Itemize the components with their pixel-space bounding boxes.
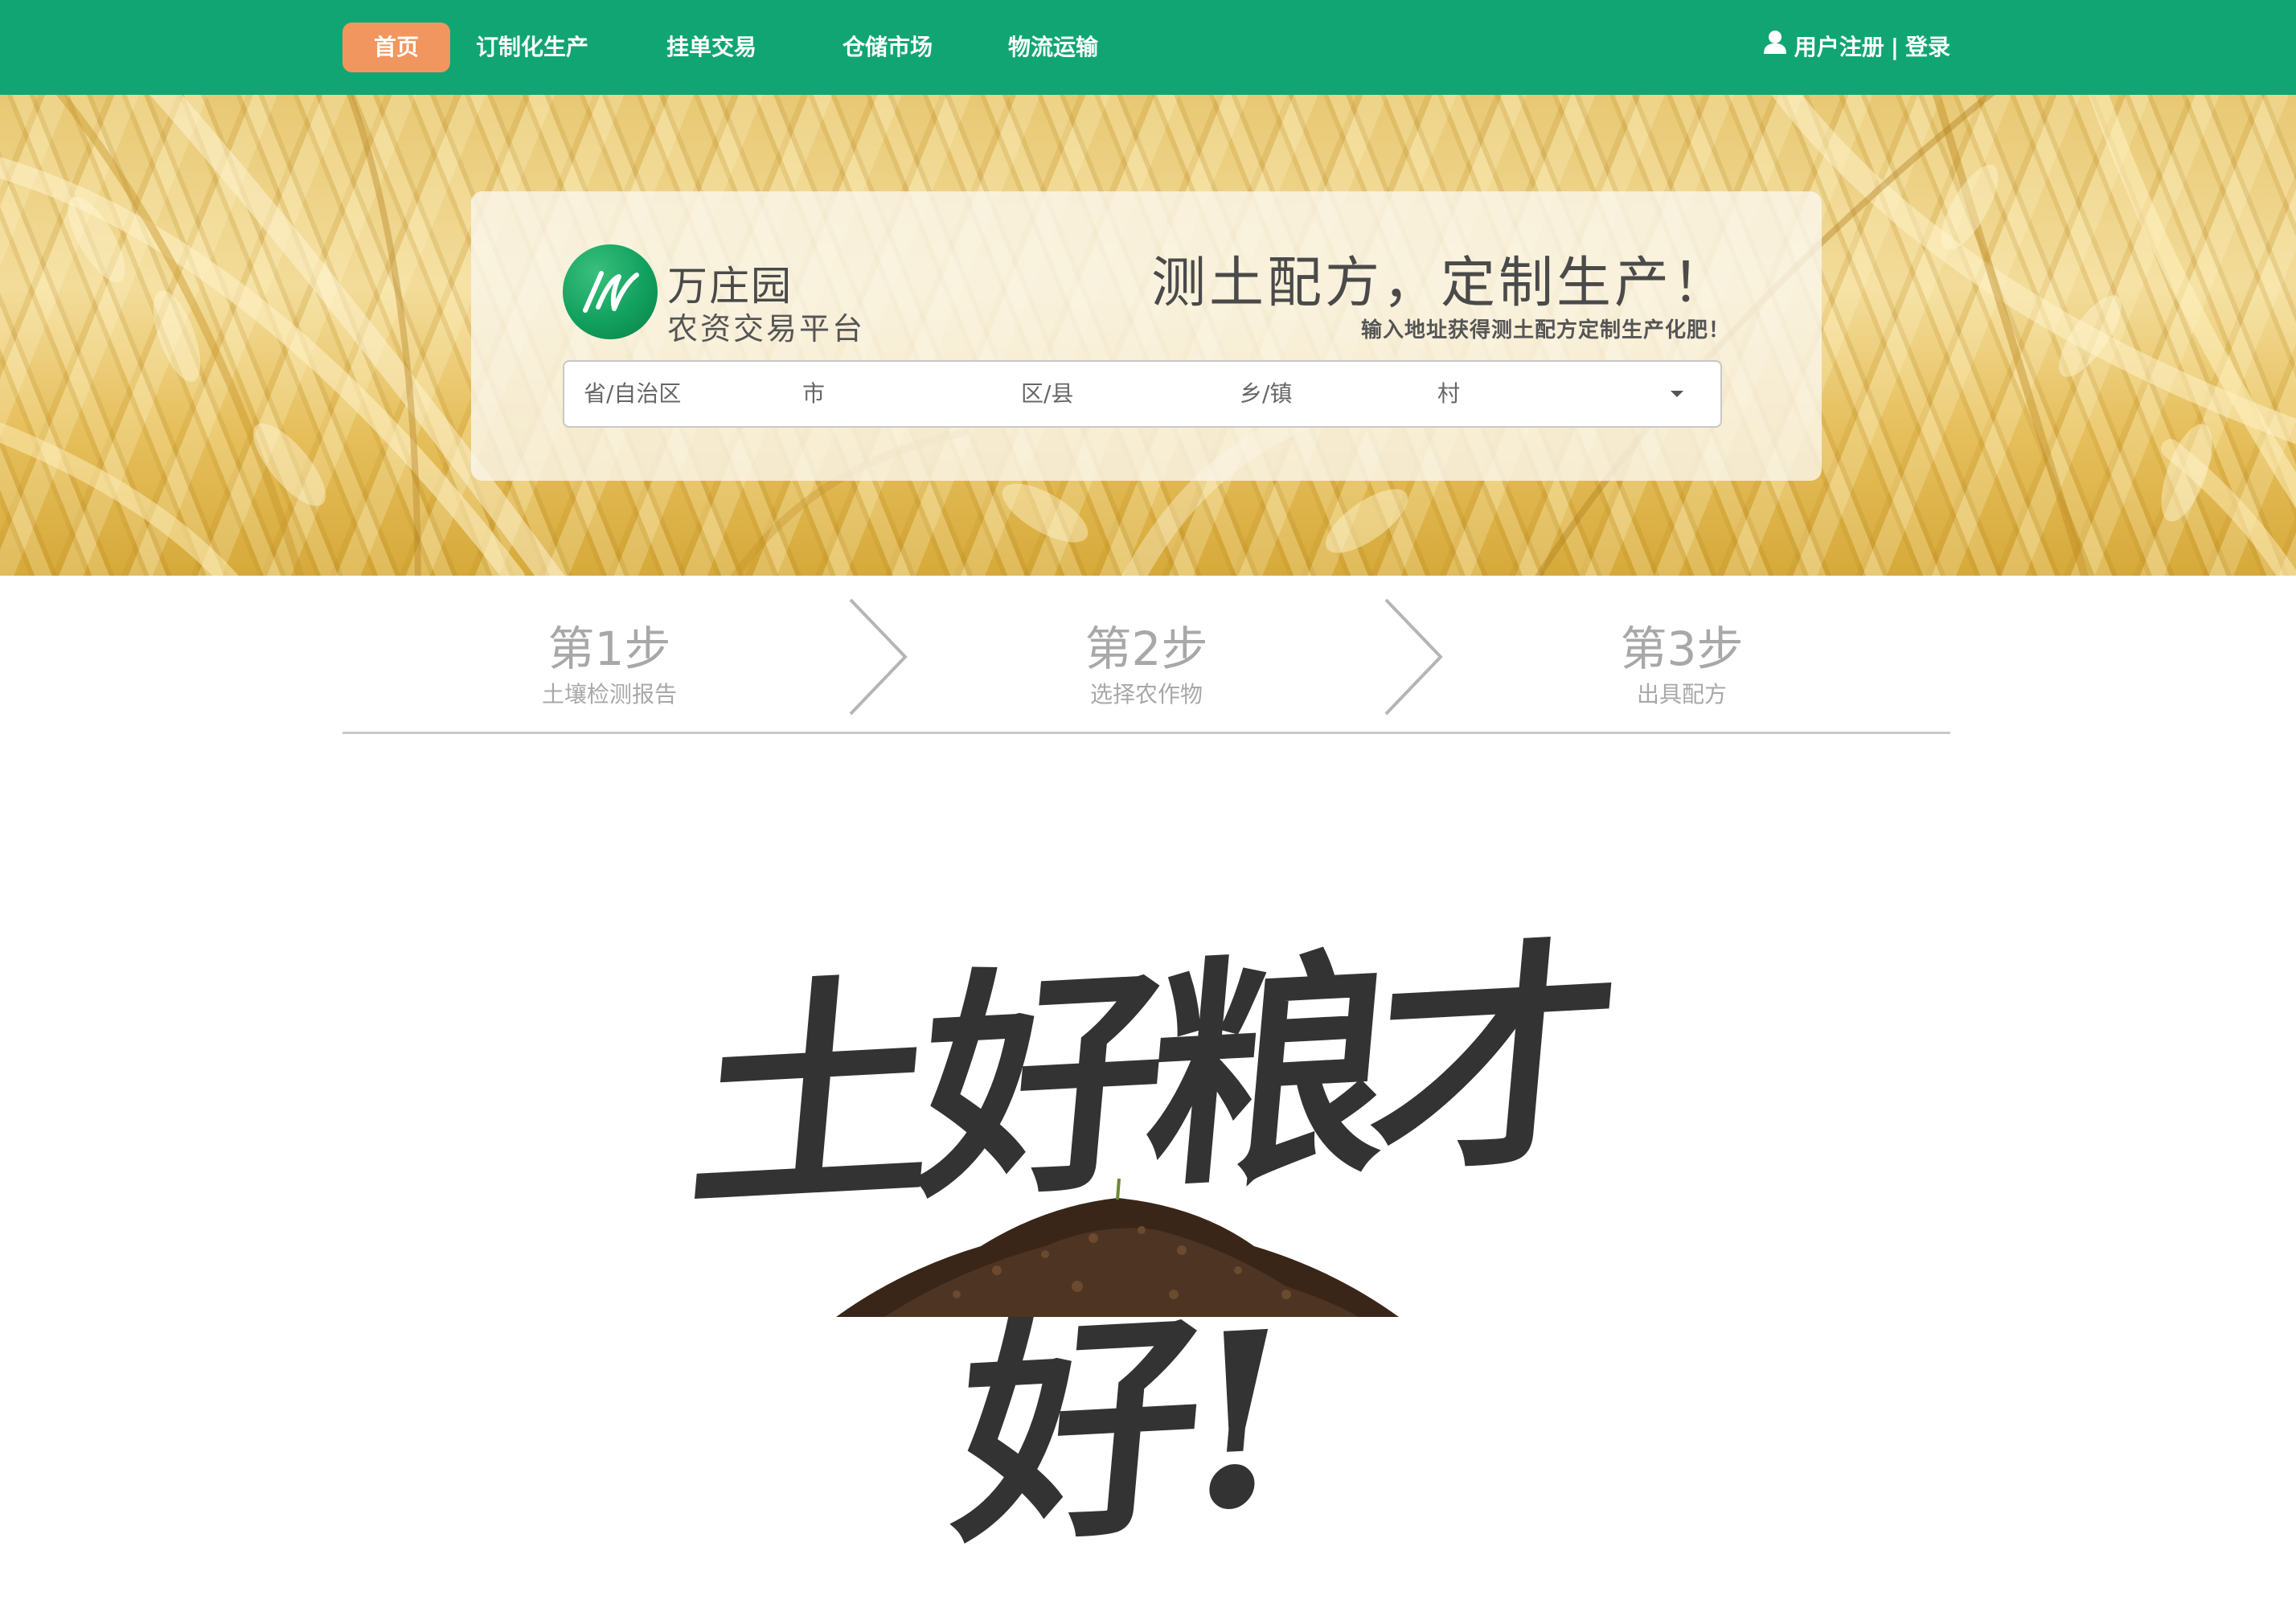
step-1-desc: 土壤检测报告 xyxy=(541,681,677,708)
village-select[interactable]: 村 xyxy=(1437,362,1460,426)
address-selector[interactable]: 省/自治区 市 区/县 乡/镇 村 xyxy=(563,360,1722,428)
top-navbar: 首页 订制化生产 挂单交易 仓储市场 物流运输 用户注册 | 登录 xyxy=(0,0,2296,95)
register-link[interactable]: 用户注册 xyxy=(1794,23,1884,72)
step-3-title: 第3步 xyxy=(1620,621,1744,676)
nav-home[interactable]: 首页 xyxy=(342,23,450,72)
nav-warehouse-market[interactable]: 仓储市场 xyxy=(823,23,952,72)
city-select[interactable]: 市 xyxy=(802,362,825,426)
step-2-desc: 选择农作物 xyxy=(1089,681,1203,708)
hero-banner: 万庄园 农资交易平台 测土配方，定制生产！ 输入地址获得测土配方定制生产化肥！ … xyxy=(0,95,2296,576)
search-panel: 万庄园 农资交易平台 测土配方，定制生产！ 输入地址获得测土配方定制生产化肥！ … xyxy=(471,191,1822,481)
hero-slogan-sub: 输入地址获得测土配方定制生产化肥！ xyxy=(1360,318,1730,342)
step-1-title: 第1步 xyxy=(547,621,671,676)
steps-divider xyxy=(342,732,1950,734)
user-icon xyxy=(1762,23,1788,72)
login-link[interactable]: 登录 xyxy=(1905,23,1950,72)
hero-slogan: 测土配方，定制生产！ xyxy=(1150,252,1730,315)
nav-order-trading[interactable]: 挂单交易 xyxy=(651,23,772,72)
logo-icon xyxy=(563,244,658,339)
nav-logistics[interactable]: 物流运输 xyxy=(989,23,1117,72)
soil-pile-image xyxy=(836,1178,1399,1317)
step-2-title: 第2步 xyxy=(1084,621,1208,676)
dropdown-caret-icon[interactable] xyxy=(1671,391,1683,397)
nav-separator: | xyxy=(1890,34,1899,60)
step-3-desc: 出具配方 xyxy=(1636,681,1727,708)
chevron-right-icon xyxy=(849,598,908,716)
chevron-right-icon xyxy=(1384,598,1443,716)
nav-custom-production[interactable]: 订制化生产 xyxy=(468,23,597,72)
brand-subtitle: 农资交易平台 xyxy=(667,311,866,347)
province-select[interactable]: 省/自治区 xyxy=(584,362,681,426)
town-select[interactable]: 乡/镇 xyxy=(1240,362,1292,426)
user-auth-links: 用户注册 | 登录 xyxy=(1762,23,1950,72)
district-select[interactable]: 区/县 xyxy=(1021,362,1073,426)
